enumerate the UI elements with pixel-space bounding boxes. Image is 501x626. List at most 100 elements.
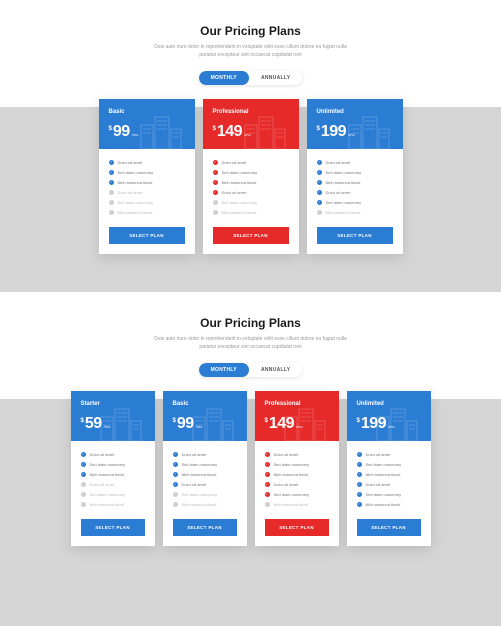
feature-text: Dolor sit amet [274,452,299,457]
feature-text: Nibh euismod tincid [182,472,217,477]
check-icon [109,180,114,185]
check-icon [357,462,362,467]
check-icon [173,492,178,497]
pricing-card: Starter $ 59 /mo Dolor sit ametSed diam … [71,391,155,546]
select-plan-button[interactable]: SELECT PLAN [81,519,145,536]
feature-item: Nibh euismod tincid [317,207,393,217]
feature-text: Dolor sit amet [182,452,207,457]
feature-item: Dolor sit amet [265,449,329,459]
card-header: Unlimited $ 199 /mo [347,391,431,441]
feature-item: Sed diam nonummy [317,197,393,207]
select-plan-button[interactable]: SELECT PLAN [265,519,329,536]
feature-text: Nibh euismod tincid [118,180,153,185]
feature-text: Dolor sit amet [118,160,143,165]
feature-text: Nibh euismod tincid [326,210,361,215]
feature-item: Dolor sit amet [357,449,421,459]
buildings-icon [135,109,195,149]
feature-text: Sed diam nonummy [182,462,218,467]
buildings-icon [187,401,247,441]
check-icon [173,502,178,507]
currency: $ [317,126,320,132]
check-icon [265,462,270,467]
currency: $ [173,418,176,424]
billing-toggle: MONTHLY ANNUALLY [0,71,501,85]
buildings-icon [239,109,299,149]
select-plan-button[interactable]: SELECT PLAN [317,227,393,244]
check-icon [213,180,218,185]
feature-text: Sed diam nonummy [366,492,402,497]
pricing-card: Professional $ 149 /mo Dolor sit ametSed… [203,99,299,254]
feature-item: Dolor sit amet [265,479,329,489]
feature-text: Nibh euismod tincid [274,502,309,507]
toggle-monthly[interactable]: MONTHLY [199,363,249,377]
feature-list: Dolor sit amet Sed diam nonummy Nibh euism… [255,441,339,519]
feature-item: Dolor sit amet [213,187,289,197]
check-icon [109,160,114,165]
feature-item: Sed diam nonummy [357,459,421,469]
check-icon [357,502,362,507]
feature-text: Nibh euismod tincid [90,502,125,507]
card-header: Starter $ 59 /mo [71,391,155,441]
card-header: Basic $ 99 /mo [99,99,195,149]
feature-list: Dolor sit amet Sed diam nonummy Nibh euism… [163,441,247,519]
feature-item: Sed diam nonummy [173,459,237,469]
feature-text: Nibh euismod tincid [326,180,361,185]
feature-item: Nibh euismod tincid [213,207,289,217]
check-icon [317,210,322,215]
feature-text: Nibh euismod tincid [222,180,257,185]
feature-list: Dolor sit ametSed diam nonummyNibh euism… [347,441,431,519]
feature-item: Dolor sit amet [81,449,145,459]
feature-item: Nibh euismod tincid [213,177,289,187]
feature-text: Nibh euismod tincid [90,472,125,477]
card-header: Professional $ 149 /mo [203,99,299,149]
pricing-card: Basic $ 99 /mo Dolor sit ametSed diam no… [99,99,195,254]
select-plan-button[interactable]: SELECT PLAN [109,227,185,244]
feature-text: Dolor sit amet [274,482,299,487]
feature-text: Sed diam nonummy [274,462,310,467]
check-icon [81,502,86,507]
feature-text: Dolor sit amet [182,482,207,487]
pricing-section-4col: Our Pricing Plans Duis aute irure dolor … [0,292,501,584]
check-icon [213,200,218,205]
check-icon [265,452,270,457]
feature-list: Dolor sit ametSed diam nonummyNibh euism… [203,149,299,227]
check-icon [265,472,270,477]
feature-text: Dolor sit amet [118,190,143,195]
check-icon [213,190,218,195]
check-icon [213,210,218,215]
select-plan-button[interactable]: SELECT PLAN [357,519,421,536]
feature-text: Sed diam nonummy [222,170,258,175]
card-header: Professional $ 149 /mo [255,391,339,441]
buildings-icon [279,401,339,441]
toggle-monthly[interactable]: MONTHLY [199,71,249,85]
feature-text: Dolor sit amet [222,160,247,165]
check-icon [81,462,86,467]
feature-text: Nibh euismod tincid [182,502,217,507]
check-icon [357,482,362,487]
feature-item: Nibh euismod tincid [81,469,145,479]
cards-backdrop: Basic $ 99 /mo Dolor sit ametSed diam no… [0,107,501,292]
toggle-annually[interactable]: ANNUALLY [249,71,302,85]
check-icon [173,462,178,467]
feature-item: Dolor sit amet [317,187,393,197]
select-plan-button[interactable]: SELECT PLAN [173,519,237,536]
feature-item: Sed diam nonummy [213,197,289,207]
check-icon [213,170,218,175]
card-header: Unlimited $ 199 /mo [307,99,403,149]
feature-list: Dolor sit ametSed diam nonummyNibh euism… [71,441,155,519]
section-subtitle: Duis aute irure dolor in reprehenderit i… [146,44,356,59]
pricing-card: Unlimited $ 199 /mo Dolor sit amet Sed di… [307,99,403,254]
toggle-annually[interactable]: ANNUALLY [249,363,302,377]
pricing-card: Basic $ 99 /mo Dolor sit ametSed diam no… [163,391,247,546]
feature-text: Dolor sit amet [366,482,391,487]
select-plan-button[interactable]: SELECT PLAN [213,227,289,244]
feature-text: Dolor sit amet [326,160,351,165]
feature-item: Nibh euismod tincid [173,499,237,509]
feature-text: Nibh euismod tincid [222,210,257,215]
cards-backdrop: Starter $ 59 /mo Dolor sit ametSed diam … [0,399,501,584]
check-icon [317,170,322,175]
check-icon [109,210,114,215]
feature-text: Dolor sit amet [326,190,351,195]
feature-item: Nibh euismod tincid [173,469,237,479]
feature-text: Dolor sit amet [90,452,115,457]
